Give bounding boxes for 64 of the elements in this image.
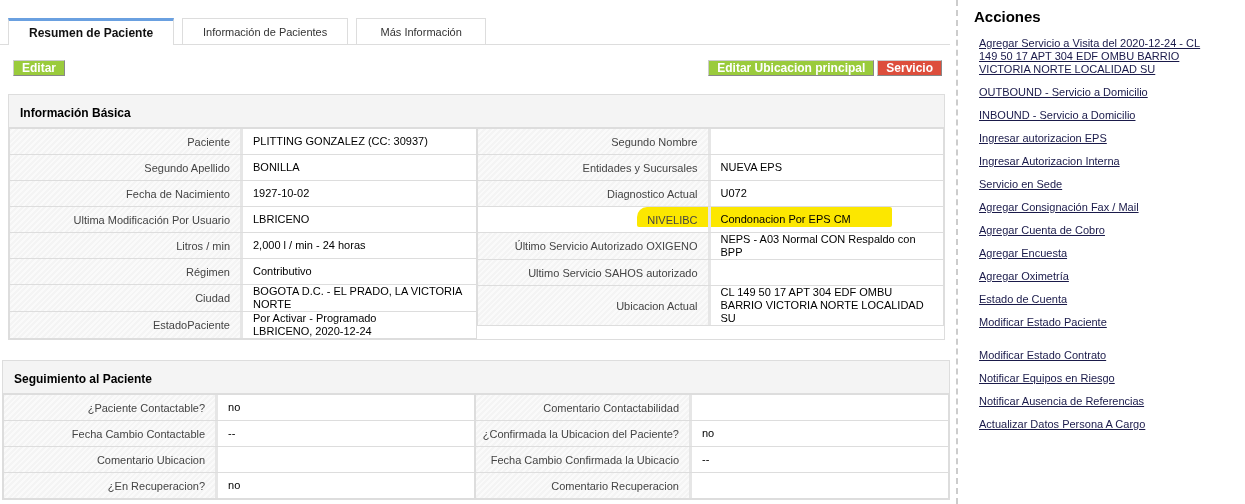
field-value: CL 149 50 17 APT 304 EDF OMBU BARRIO VICTORIA NORTE LOCALIDAD SU (720, 286, 925, 325)
field-value: NUEVA EPS (720, 161, 783, 174)
tab[interactable]: Información de Pacientes (182, 18, 349, 44)
field-value: Condonacion Por EPS CM (720, 213, 851, 226)
field-label: Ubicacion Actual (616, 299, 698, 312)
action-link[interactable]: OUTBOUND - Servicio a Domicilio (979, 86, 1209, 99)
field-value: 2,000 l / min - 24 horas (253, 239, 366, 252)
field-label: Segundo Nombre (611, 135, 698, 148)
field-value: Contributivo (253, 265, 312, 278)
action-link[interactable]: Estado de Cuenta (979, 293, 1209, 306)
field-value: -- (702, 453, 710, 466)
field-label: Ultimo Servicio SAHOS autorizado (528, 266, 698, 279)
action-link[interactable]: Ingresar Autorizacion Interna (979, 155, 1209, 168)
field-value: -- (228, 427, 236, 440)
tab[interactable]: Más Información (356, 18, 487, 44)
field-label: Ultima Modificación Por Usuario (73, 213, 230, 226)
field-label: Fecha de Nacimiento (126, 187, 230, 200)
field-value: BOGOTA D.C. - EL PRADO, LA VICTORIA NORTE (253, 285, 463, 311)
service-button[interactable]: Servicio (877, 60, 942, 76)
action-link[interactable]: Modificar Estado Contrato (979, 349, 1209, 362)
action-link[interactable]: Modificar Estado Paciente (979, 316, 1209, 329)
action-link[interactable]: Actualizar Datos Persona A Cargo (979, 418, 1209, 431)
field-label: Litros / min (176, 239, 230, 252)
field-label: ¿Confirmada la Ubicacion del Paciente? (482, 427, 679, 440)
field-value: 1927-10-02 (253, 187, 310, 200)
field-value: LBRICENO (253, 213, 310, 226)
field-value: BONILLA (253, 161, 300, 174)
tab[interactable]: Resumen de Paciente (8, 18, 175, 45)
field-value: no (228, 401, 241, 414)
action-link[interactable]: Ingresar autorizacion EPS (979, 132, 1209, 145)
action-link[interactable]: Agregar Servicio a Visita del 2020-12-24 - CL 149 50 17 APT 304 EDF OMBU BARRIO VICTORIA NORTE LOCALIDAD SU (979, 37, 1209, 76)
field-label: Segundo Apellido (144, 161, 230, 174)
field-value: PLITTING GONZALEZ (CC: 30937) (253, 135, 428, 148)
field-label: Fecha Cambio Confirmada la Ubicacio (490, 453, 679, 466)
action-link[interactable]: Agregar Encuesta (979, 247, 1209, 260)
field-label: Comentario Contactabilidad (543, 401, 679, 414)
action-link[interactable]: Agregar Consignación Fax / Mail (979, 201, 1209, 214)
field-value: no (702, 427, 715, 440)
section-title: Información Básica (20, 106, 131, 120)
field-label: Último Servicio Autorizado OXIGENO (514, 240, 698, 252)
field-label: ¿Paciente Contactable? (87, 401, 206, 414)
field-label: Paciente (187, 135, 230, 148)
field-label: NIVELIBC (647, 213, 698, 226)
field-label: Ciudad (195, 292, 230, 304)
action-link[interactable]: Agregar Oximetría (979, 270, 1209, 283)
actions-title: Acciones (974, 8, 1042, 25)
action-link[interactable]: Agregar Cuenta de Cobro (979, 224, 1209, 237)
field-label: Régimen (185, 265, 230, 278)
field-label: Diagnostico Actual (607, 187, 698, 200)
action-link[interactable]: INBOUND - Servicio a Domicilio (979, 109, 1209, 122)
field-label: Comentario Recuperacion (551, 479, 679, 492)
field-label: EstadoPaciente (152, 319, 230, 331)
field-value: NEPS - A03 Normal CON Respaldo con BPP (720, 233, 917, 259)
field-label: Fecha Cambio Contactable (71, 427, 206, 440)
field-value: no (228, 479, 241, 492)
field-label: ¿En Recuperacion? (107, 479, 206, 492)
action-link[interactable]: Notificar Equipos en Riesgo (979, 372, 1209, 385)
field-label: Comentario Ubicacion (96, 453, 206, 466)
field-label: Entidades y Sucursales (582, 161, 698, 174)
action-link[interactable]: Notificar Ausencia de Referencias (979, 395, 1209, 408)
section-title: Seguimiento al Paciente (14, 372, 153, 386)
action-link[interactable]: Servicio en Sede (979, 178, 1209, 191)
field-value: Por Activar - Programado LBRICENO, 2020-12-24 (253, 312, 377, 338)
field-value: U072 (720, 187, 747, 200)
